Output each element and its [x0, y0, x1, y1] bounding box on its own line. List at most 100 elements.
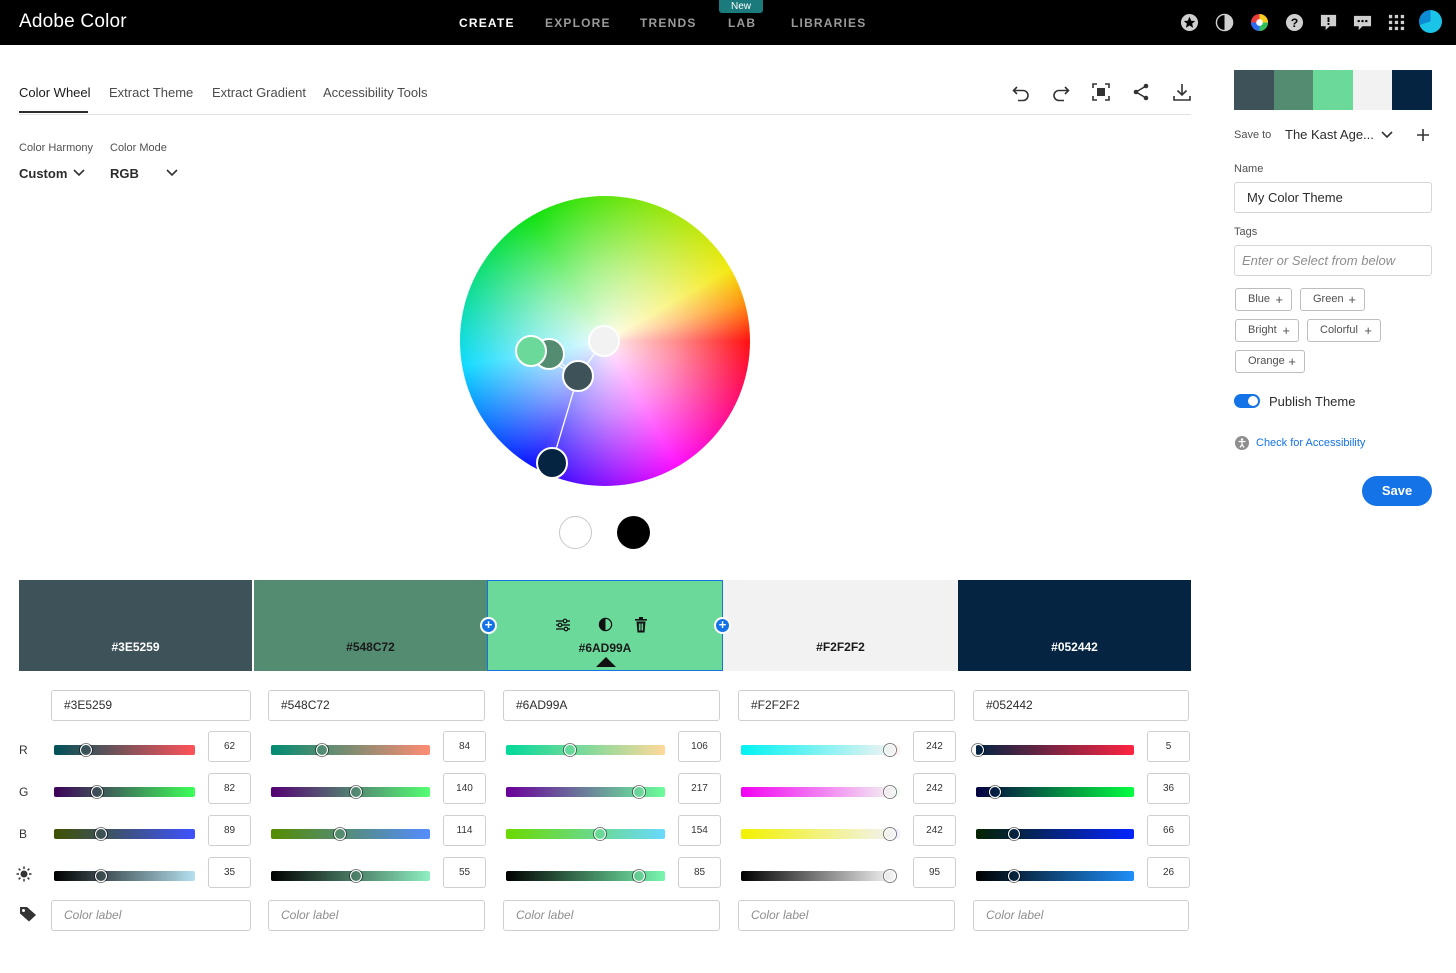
add-color-right-button[interactable]: + [714, 617, 731, 634]
nav-libraries[interactable]: LIBRARIES [791, 16, 866, 30]
slider-thumb[interactable] [80, 744, 92, 756]
help-icon[interactable]: ? [1285, 13, 1304, 32]
blue-slider-2[interactable] [271, 829, 430, 839]
undo-icon[interactable] [1011, 82, 1031, 102]
brightness-slider-5[interactable] [976, 871, 1134, 881]
tag-chip-blue[interactable]: Blue + [1235, 288, 1292, 311]
swatch-1[interactable]: #3E5259 [19, 580, 252, 671]
slider-thumb[interactable] [633, 870, 645, 882]
brightness-value-1[interactable]: 35 [208, 857, 251, 888]
tab-color-wheel[interactable]: Color Wheel [19, 85, 91, 100]
red-value-3[interactable]: 106 [678, 731, 721, 762]
color-label-input-1[interactable]: Color label [51, 900, 251, 931]
slider-thumb[interactable] [350, 786, 362, 798]
tags-input[interactable]: Enter or Select from below [1234, 245, 1432, 276]
slider-thumb[interactable] [91, 786, 103, 798]
slider-thumb[interactable] [594, 828, 606, 840]
tag-chip-green[interactable]: Green + [1300, 288, 1365, 311]
green-value-3[interactable]: 217 [678, 773, 721, 804]
color-harmony-dropdown[interactable]: Custom [19, 166, 67, 181]
slider-thumb[interactable] [316, 744, 328, 756]
slider-thumb[interactable] [95, 828, 107, 840]
swatch-3-selected[interactable]: #6AD99A [487, 580, 723, 671]
red-slider-5[interactable] [976, 745, 1134, 755]
white-point-dot[interactable] [559, 516, 592, 549]
app-title[interactable]: Adobe Color [19, 11, 127, 33]
slider-thumb[interactable] [884, 744, 896, 756]
marker-color-1[interactable] [562, 360, 594, 392]
color-wheel-icon[interactable] [1250, 13, 1269, 32]
blue-value-5[interactable]: 66 [1147, 815, 1190, 846]
slider-thumb[interactable] [633, 786, 645, 798]
green-slider-4[interactable] [741, 787, 900, 797]
contrast-icon[interactable] [598, 617, 613, 632]
green-slider-1[interactable] [54, 787, 195, 797]
nav-create[interactable]: CREATE [459, 16, 515, 30]
chevron-down-icon[interactable] [73, 169, 85, 177]
fullscreen-icon[interactable] [1091, 82, 1111, 102]
green-value-1[interactable]: 82 [208, 773, 251, 804]
tab-extract-theme[interactable]: Extract Theme [109, 85, 193, 100]
slider-thumb[interactable] [884, 786, 896, 798]
color-label-input-5[interactable]: Color label [973, 900, 1189, 931]
slider-thumb[interactable] [884, 828, 896, 840]
apps-grid-icon[interactable] [1387, 13, 1406, 32]
blue-slider-3[interactable] [506, 829, 665, 839]
nav-lab[interactable]: LAB [728, 16, 756, 30]
brightness-value-5[interactable]: 26 [1147, 857, 1190, 888]
green-value-2[interactable]: 140 [443, 773, 486, 804]
slider-thumb[interactable] [989, 786, 1001, 798]
chevron-down-icon[interactable] [1381, 131, 1393, 139]
swatch-2[interactable]: #548C72 [254, 580, 487, 671]
brightness-value-3[interactable]: 85 [678, 857, 721, 888]
brightness-slider-1[interactable] [54, 871, 195, 881]
hex-input-4[interactable]: #F2F2F2 [738, 690, 955, 721]
chevron-down-icon[interactable] [166, 169, 178, 177]
nav-explore[interactable]: EXPLORE [545, 16, 611, 30]
brightness-value-4[interactable]: 95 [913, 857, 956, 888]
red-slider-2[interactable] [271, 745, 430, 755]
hex-input-1[interactable]: #3E5259 [51, 690, 251, 721]
hex-input-2[interactable]: #548C72 [268, 690, 485, 721]
marker-color-4[interactable] [588, 325, 620, 357]
adjust-sliders-icon[interactable] [555, 617, 571, 633]
green-value-4[interactable]: 242 [913, 773, 956, 804]
brightness-slider-4[interactable] [741, 871, 900, 881]
blue-slider-5[interactable] [976, 829, 1134, 839]
slider-thumb[interactable] [334, 828, 346, 840]
blue-slider-4[interactable] [741, 829, 900, 839]
slider-thumb[interactable] [884, 870, 896, 882]
black-point-dot[interactable] [617, 516, 650, 549]
blue-value-1[interactable]: 89 [208, 815, 251, 846]
hex-input-5[interactable]: #052442 [973, 690, 1189, 721]
avatar[interactable] [1419, 10, 1442, 33]
red-slider-4[interactable] [741, 745, 900, 755]
nav-trends[interactable]: TRENDS [640, 16, 697, 30]
blue-value-3[interactable]: 154 [678, 815, 721, 846]
color-label-input-2[interactable]: Color label [268, 900, 485, 931]
publish-toggle[interactable] [1234, 394, 1260, 408]
slider-thumb[interactable] [564, 744, 576, 756]
chat-icon[interactable] [1353, 13, 1372, 32]
tag-chip-colorful[interactable]: Colorful + [1307, 319, 1381, 342]
color-label-input-4[interactable]: Color label [738, 900, 955, 931]
red-value-5[interactable]: 5 [1147, 731, 1190, 762]
blue-slider-1[interactable] [54, 829, 195, 839]
contrast-icon[interactable] [1215, 13, 1234, 32]
slider-thumb[interactable] [350, 870, 362, 882]
green-value-5[interactable]: 36 [1147, 773, 1190, 804]
tag-chip-orange[interactable]: Orange + [1235, 350, 1305, 373]
theme-name-input[interactable]: My Color Theme [1234, 182, 1432, 213]
add-library-icon[interactable] [1416, 128, 1430, 142]
color-label-input-3[interactable]: Color label [503, 900, 720, 931]
share-icon[interactable] [1131, 82, 1151, 102]
download-icon[interactable] [1172, 82, 1192, 102]
slider-thumb[interactable] [972, 744, 984, 756]
star-badge-icon[interactable] [1180, 13, 1199, 32]
slider-thumb[interactable] [95, 870, 107, 882]
slider-thumb[interactable] [1008, 870, 1020, 882]
color-mode-dropdown[interactable]: RGB [110, 166, 139, 181]
slider-thumb[interactable] [1008, 828, 1020, 840]
trash-icon[interactable] [634, 617, 648, 633]
swatch-4[interactable]: #F2F2F2 [723, 580, 958, 671]
